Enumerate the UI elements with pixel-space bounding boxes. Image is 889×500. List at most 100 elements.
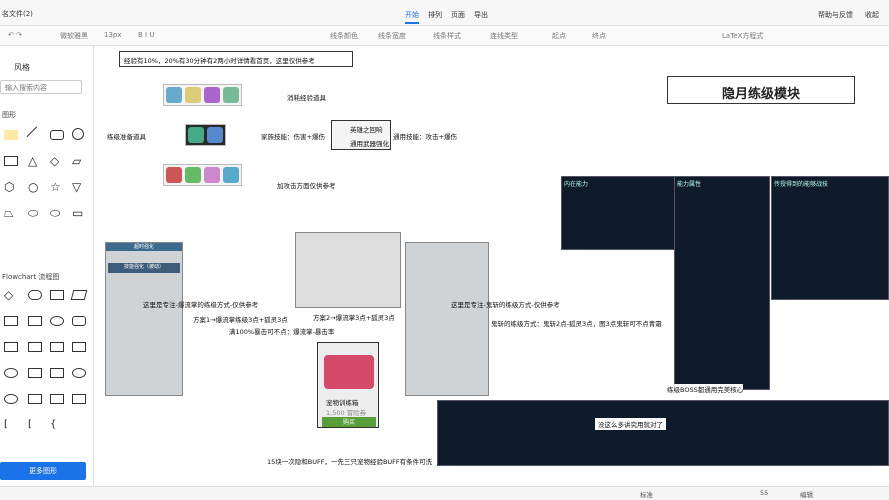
menu-page[interactable]: 页面 [451,10,465,20]
down-triangle-shape[interactable]: ▽ [72,181,86,193]
star-shape[interactable]: ☆ [50,181,64,193]
collate-shape[interactable] [50,394,64,404]
box-label-b: 通用武器强化 [350,140,389,148]
menu-start[interactable]: 开始 [405,10,419,24]
shop-item-card[interactable]: 宠物训练箱 1,500 冒险券 购买 [317,342,379,428]
tape-shape[interactable] [72,342,86,352]
app-window: 名文件(2) 开始 排列 页面 导出 帮助与反馈 收起 ↶ ↷ 微软雅黑 13p… [0,0,889,500]
display-shape[interactable] [72,316,86,326]
ellipse-shape[interactable]: ⬭ [50,207,64,219]
stat-panel-title: 能力属性 [677,181,702,188]
hexagon-shape[interactable]: ⬡ [4,181,18,193]
internal-storage-shape[interactable] [28,316,42,326]
inner-ability-title: 内在能力 [564,181,589,188]
decision-shape[interactable]: ◇ [4,289,18,301]
note-box-top[interactable]: 经验有10%，20%有30分钟有2两小时详情看首页，这里仅供参考 [119,51,353,67]
shape-sidebar: 风格 图形 △ ◇ ▱ ⬡ ○ ☆ ▽ ⏢ ⬭ ⬭ ▭ Flowchart 流程… [0,46,94,500]
font-select[interactable]: 微软雅黑 [60,31,88,41]
rounded-rect-shape[interactable] [50,130,64,140]
latex-button[interactable]: LaTeX方程式 [722,31,763,41]
line-style-select[interactable]: 线条样式 [433,31,461,41]
font-size-select[interactable]: 13px [104,31,122,39]
document-shape[interactable] [4,342,18,352]
box-label-a: 英雄之回响 [350,126,383,134]
rect-shape[interactable] [4,156,18,166]
connector-type-select[interactable]: 连线类型 [490,31,518,41]
or-shape[interactable] [72,368,86,378]
shield-shape[interactable]: ⬭ [28,207,42,219]
skill-panel-right[interactable] [405,242,489,396]
bracket-shape[interactable]: [ [4,420,18,430]
help-feedback-link[interactable]: 帮助与反馈 [818,10,853,20]
menu-arrange[interactable]: 排列 [428,10,442,20]
triangle-shape[interactable]: △ [28,155,42,167]
inner-ability-panel[interactable]: 内在能力 [561,176,676,250]
note-shape[interactable] [4,130,18,140]
circle2-shape[interactable]: ○ [28,181,42,193]
pentagon-shape[interactable]: ▱ [72,155,86,167]
bottom-note: 15块一次隐和BUFF，一先三只宠物经验BUFF有条件可洗 [267,458,433,466]
end-arrow-select[interactable]: 终点 [592,31,606,41]
skill-panel-center[interactable] [295,232,401,308]
diagram-canvas[interactable]: 经验有10%，20%有30分钟有2两小时详情看首页，这里仅供参考 消耗经验道具 … [95,46,889,466]
card-shape[interactable] [50,342,64,352]
item-icon [204,87,220,103]
skill-panel-left[interactable]: 超时强化 技能强化（被动） [105,242,183,396]
menu-export[interactable]: 导出 [474,10,488,20]
data-shape[interactable] [70,290,88,300]
family-skill-label: 家族技能：伤害+爆伤 [261,133,325,141]
document-title[interactable]: 名文件(2) [2,9,33,19]
pet-box-image [324,355,374,389]
terminator-shape[interactable] [28,290,42,300]
status-bar: 标准 55 编辑 [0,486,889,500]
exp-items-row[interactable] [163,84,242,106]
line-shape[interactable] [26,126,44,144]
undo-icon[interactable]: ↶ ↷ [8,31,22,39]
link-skill-panel[interactable]: 传授得到的能够战技 [771,176,889,300]
status-a[interactable]: 标准 [640,489,653,499]
start-arrow-select[interactable]: 起点 [552,31,566,41]
collapse-button[interactable]: 收起 [865,10,879,20]
basic-shapes-label[interactable]: 图形 [2,110,16,120]
predefined-shape[interactable] [4,316,18,326]
connector-shape[interactable] [50,316,64,326]
circle-shape[interactable] [72,128,84,140]
shape-search-input[interactable] [0,80,82,94]
bold-icon[interactable]: B I U [138,31,154,39]
line-width-select[interactable]: 线条宽度 [378,31,406,41]
mode-label[interactable]: 编辑 [800,489,813,499]
shop-item-name: 宠物训练箱 [326,399,359,407]
panel-left-header: 超时强化 [106,243,182,251]
ghost-slash-note: 鬼斩的练级方式：鬼斩2点-狐灵3点，图3点鬼斩可不点青霜 [491,320,662,328]
merge-shape[interactable] [28,394,42,404]
skill-icon [188,127,204,143]
sort-shape[interactable] [72,394,86,404]
database-shape[interactable] [4,368,18,378]
bracket2-shape[interactable]: [ [28,420,42,430]
buy-button[interactable]: 购买 [322,417,376,427]
delay-shape[interactable] [50,368,64,378]
diamond-shape[interactable]: ◇ [50,155,64,167]
line-color-select[interactable]: 线条颜色 [330,31,358,41]
zoom-level[interactable]: 55 [760,489,768,497]
process-shape[interactable] [50,290,64,300]
sidebar-title[interactable]: 风格 [14,62,30,73]
family-skill-icons[interactable] [185,124,226,146]
general-skill-box[interactable]: 英雄之回响 通用武器强化 [331,120,391,150]
attack-items-row[interactable] [163,164,242,186]
rect2-shape[interactable]: ▭ [72,207,86,219]
panel-left-sub: 技能强化（被动） [108,263,180,273]
skill-detail-panels[interactable] [437,400,889,466]
module-title-banner[interactable]: 隐月练级模块 [667,76,855,104]
brace-shape[interactable]: { [50,420,64,430]
trapezoid-shape[interactable]: ⏢ [4,207,18,219]
stat-panel[interactable]: 能力属性 [674,176,770,390]
more-shapes-button[interactable]: 更多图形 [0,462,86,480]
item-icon [223,167,239,183]
summing-shape[interactable] [4,394,18,404]
flowchart-label[interactable]: Flowchart 流程图 [2,272,59,282]
item-icon [185,167,201,183]
preparation-shape[interactable] [28,368,42,378]
manual-input-shape[interactable] [28,342,42,352]
item-icon [166,87,182,103]
